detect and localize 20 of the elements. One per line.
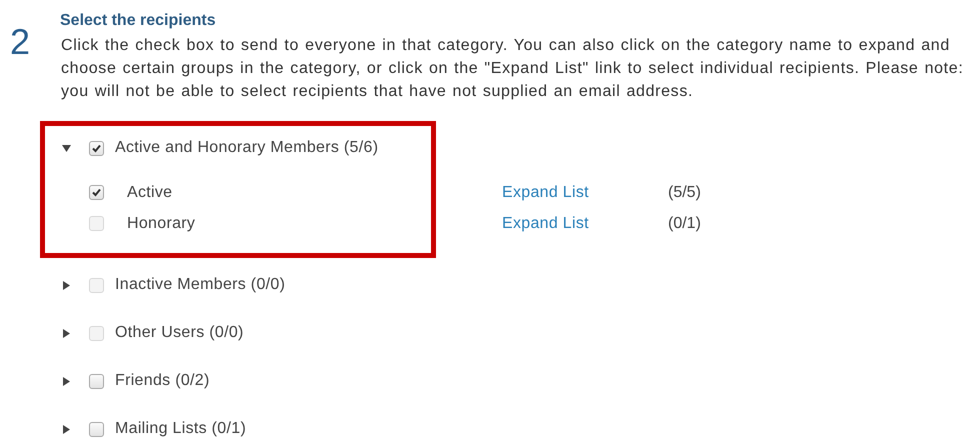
checkbox[interactable] — [89, 374, 104, 388]
recipient-count: (0/1) — [668, 214, 701, 232]
group-name: Active — [127, 184, 174, 202]
expand-triangle-icon[interactable] — [62, 376, 71, 386]
step-number: 2 — [10, 20, 32, 64]
checkbox[interactable] — [89, 422, 104, 436]
checkmark-icon — [91, 142, 102, 154]
checkbox[interactable] — [89, 185, 104, 200]
checkbox[interactable] — [89, 140, 104, 156]
step-title: Select the recipients — [60, 11, 217, 31]
expand-list-link[interactable]: Expand List — [502, 184, 668, 202]
recipient-count: (5/5) — [668, 184, 701, 202]
checkmark-icon — [91, 187, 102, 198]
category-name[interactable]: Friends (0/2) — [115, 372, 210, 390]
group-name: Honorary — [127, 214, 196, 232]
category-name[interactable]: Mailing Lists (0/1) — [115, 420, 246, 438]
instructions: Click the check box to send to everyone in that category. You can also click on the category name to expand and choose certain groups in the category, or click on the "Expand List" link to select individual recipients. Please note: you will not be able to select recipients that have not supplied an email address. — [61, 36, 964, 102]
category-name[interactable]: Active and Honorary Members (5/6) — [115, 139, 378, 157]
expand-triangle-icon[interactable] — [62, 424, 71, 434]
collapse-triangle-icon[interactable] — [62, 144, 71, 152]
